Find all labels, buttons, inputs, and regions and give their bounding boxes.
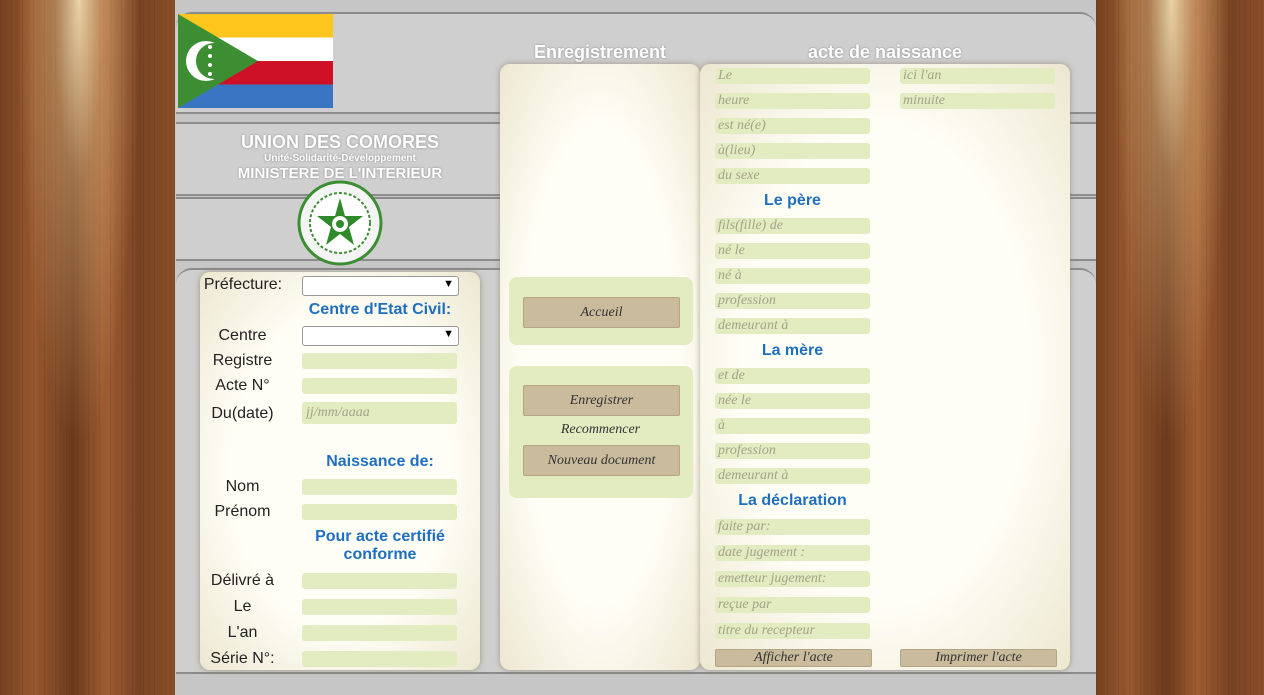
mere-demeurant-field[interactable]: demeurant à [715, 468, 870, 484]
recommencer-link[interactable]: Recommencer [523, 422, 678, 438]
nom-label: Nom [225, 478, 260, 495]
mere-profession-field[interactable]: profession [715, 443, 870, 459]
prefecture-select[interactable]: ▼ [302, 276, 459, 296]
certifie-heading: Pour acte certifié conforme [315, 528, 445, 563]
centre-label: Centre [218, 327, 267, 344]
lan-input[interactable] [302, 625, 457, 641]
prenom-input[interactable] [302, 504, 457, 520]
pere-fils-de-field[interactable]: fils(fille) de [715, 218, 870, 234]
nouveau-document-button[interactable]: Nouveau document [523, 445, 680, 476]
mere-nee-le-field[interactable]: née le [715, 393, 870, 409]
comoros-flag [178, 14, 333, 108]
title-acte-naissance: acte de naissance [807, 42, 963, 62]
le-input[interactable] [302, 599, 457, 615]
delivre-label: Délivré à [210, 572, 275, 589]
nom-input[interactable] [302, 479, 457, 495]
serie-input[interactable] [302, 651, 457, 667]
title-enregistrement: Enregistrement [533, 42, 667, 62]
declaration-date-jugement-field[interactable]: date jugement : [715, 545, 870, 561]
serie-label: Série N°: [210, 650, 275, 667]
chevron-down-icon: ▼ [443, 278, 454, 290]
declaration-heading: La déclaration [738, 492, 847, 509]
mere-heading: La mère [761, 342, 824, 359]
lan-label: L'an [227, 624, 258, 641]
accueil-button[interactable]: Accueil [523, 297, 680, 328]
acte-ici-lan-field[interactable]: ici l'an [900, 68, 1055, 84]
date-input[interactable] [302, 402, 457, 424]
naissance-heading: Naissance de: [326, 453, 434, 470]
delivre-input[interactable] [302, 573, 457, 589]
pere-ne-le-field[interactable]: né le [715, 243, 870, 259]
pere-profession-field[interactable]: profession [715, 293, 870, 309]
pere-heading: Le père [764, 192, 821, 209]
enregistrer-button[interactable]: Enregistrer [523, 385, 680, 416]
imprimer-acte-button[interactable]: Imprimer l'acte [900, 649, 1057, 667]
wood-background-right [1096, 0, 1264, 695]
emblem-seal-icon [297, 180, 383, 266]
pere-demeurant-field[interactable]: demeurant à [715, 318, 870, 334]
acte-number-label: Acte N° [215, 377, 270, 394]
declaration-faite-par-field[interactable]: faite par: [715, 519, 870, 535]
mere-a-field[interactable]: à [715, 418, 870, 434]
declaration-titre-field[interactable]: titre du recepteur [715, 623, 870, 639]
acte-minuite-field[interactable]: minuite [900, 93, 1055, 109]
wood-background-left [0, 0, 175, 695]
acte-heure-field[interactable]: heure [715, 93, 870, 109]
date-label: Du(date) [211, 405, 274, 422]
mere-et-de-field[interactable]: et de [715, 368, 870, 384]
motto-text: Unité-Solidarité-Développement [264, 153, 416, 164]
centre-heading: Centre d'Etat Civil: [308, 301, 452, 318]
prenom-label: Prénom [214, 503, 271, 520]
declaration-emetteur-field[interactable]: emetteur jugement: [715, 571, 870, 587]
prefecture-label: Préfecture: [203, 276, 283, 293]
country-title: UNION DES COMORES [240, 132, 440, 152]
le-label: Le [233, 598, 252, 615]
acte-sexe-field[interactable]: du sexe [715, 168, 870, 184]
declaration-recue-par-field[interactable]: reçue par [715, 597, 870, 613]
acte-number-input[interactable] [302, 378, 457, 394]
acte-le-field[interactable]: Le [715, 68, 870, 84]
acte-est-ne-field[interactable]: est né(e) [715, 118, 870, 134]
acte-lieu-field[interactable]: à(lieu) [715, 143, 870, 159]
afficher-acte-button[interactable]: Afficher l'acte [715, 649, 872, 667]
centre-select[interactable]: ▼ [302, 326, 459, 346]
registre-label: Registre [212, 352, 273, 369]
pere-ne-a-field[interactable]: né à [715, 268, 870, 284]
registre-input[interactable] [302, 353, 457, 369]
chevron-down-icon: ▼ [443, 328, 454, 340]
